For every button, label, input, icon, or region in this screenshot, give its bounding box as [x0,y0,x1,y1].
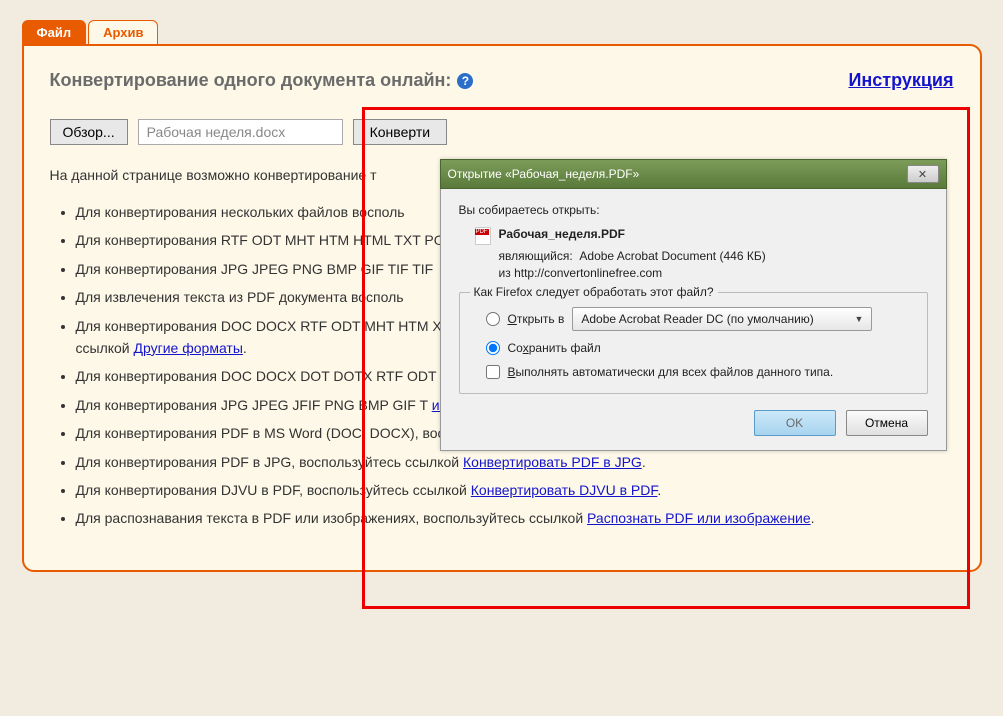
link-other-formats[interactable]: Другие форматы [134,340,243,356]
app-select-label: Adobe Acrobat Reader DC (по умолчанию) [581,312,813,326]
radio-open-label: Открыть в [508,312,565,326]
radio-open[interactable] [486,312,500,326]
browse-button[interactable]: Обзор... [50,119,128,145]
link-djvu-pdf[interactable]: Конвертировать DJVU в PDF [471,482,658,498]
tab-archive[interactable]: Архив [88,20,158,45]
instruction-link[interactable]: Инструкция [848,70,953,91]
list-item: Для конвертирования PDF в JPG, воспользу… [76,451,954,473]
chevron-down-icon: ▼ [854,314,863,324]
dialog-intro: Вы собираетесь открыть: [459,203,928,217]
ok-button[interactable]: OK [754,410,836,436]
cancel-button[interactable]: Отмена [846,410,928,436]
pdf-icon [475,227,491,245]
link-ocr[interactable]: Распознать PDF или изображение [587,510,811,526]
list-item: Для конвертирования DJVU в PDF, воспольз… [76,479,954,501]
tab-file[interactable]: Файл [22,20,87,45]
file-source-row: из http://convertonlinefree.com [499,266,928,280]
fieldset-legend: Как Firefox следует обработать этот файл… [470,285,718,299]
list-item: Для распознавания текста в PDF или изобр… [76,507,954,529]
radio-save[interactable] [486,341,500,355]
file-path-input[interactable] [138,119,343,145]
action-fieldset: Как Firefox следует обработать этот файл… [459,292,928,394]
file-type-row: являющийся: Adobe Acrobat Document (446 … [499,249,928,263]
help-icon[interactable]: ? [457,73,473,89]
page-title: Конвертирование одного документа онлайн: [50,70,452,91]
app-select[interactable]: Adobe Acrobat Reader DC (по умолчанию) ▼ [572,307,872,331]
dialog-filename: Рабочая_неделя.PDF [499,227,625,241]
link-pdf-jpg[interactable]: Конвертировать PDF в JPG [463,454,642,470]
auto-checkbox[interactable] [486,365,500,379]
auto-label: Выполнять автоматически для всех файлов … [508,365,834,379]
close-icon: ✕ [918,168,927,181]
dialog-title: Открытие «Рабочая_неделя.PDF» [448,167,640,181]
close-button[interactable]: ✕ [907,165,939,183]
radio-save-label: Сохранить файл [508,341,601,355]
download-dialog: Открытие «Рабочая_неделя.PDF» ✕ Вы собир… [440,159,947,451]
convert-button[interactable]: Конверти [353,119,447,145]
dialog-titlebar[interactable]: Открытие «Рабочая_неделя.PDF» ✕ [440,159,947,189]
